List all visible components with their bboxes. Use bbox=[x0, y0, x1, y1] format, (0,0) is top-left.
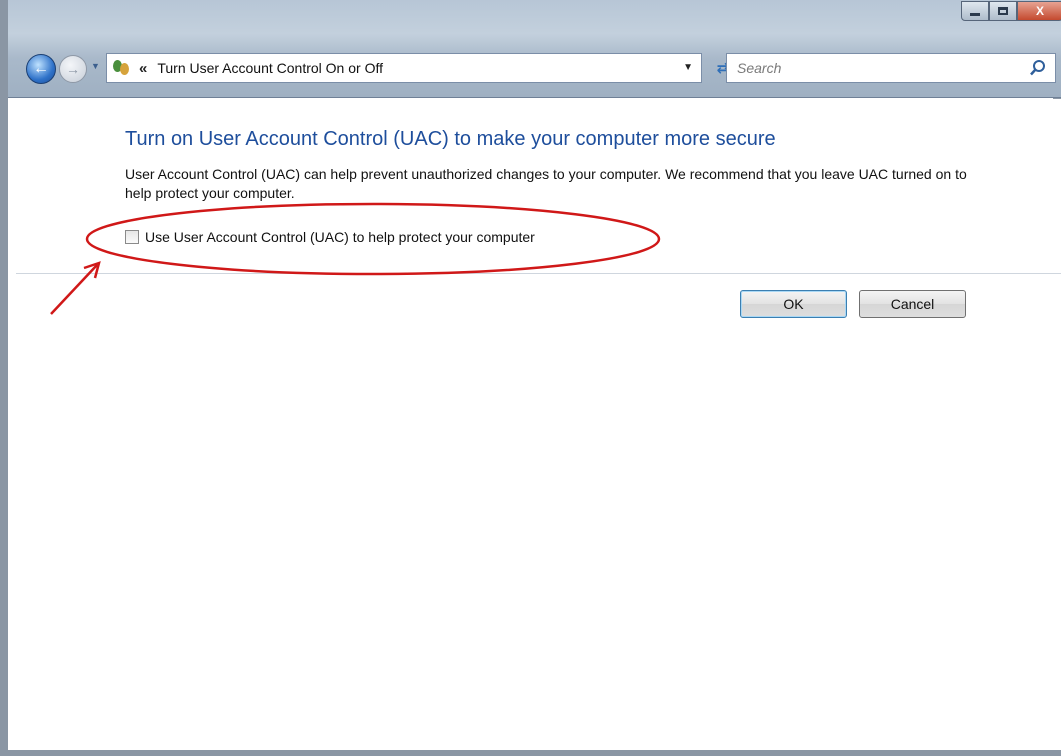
maximize-icon bbox=[998, 7, 1008, 15]
content-area: Turn on User Account Control (UAC) to ma… bbox=[8, 99, 1061, 750]
cancel-button[interactable]: Cancel bbox=[859, 290, 966, 318]
minimize-icon bbox=[970, 12, 980, 16]
window-frame: X ← → ▼ « Turn User Account Control On o… bbox=[8, 0, 1061, 98]
close-button[interactable]: X bbox=[1017, 1, 1061, 21]
close-icon: X bbox=[1035, 4, 1044, 18]
arrow-left-icon: ← bbox=[33, 60, 49, 77]
uac-checkbox[interactable] bbox=[125, 230, 139, 244]
forward-button[interactable]: → bbox=[59, 55, 87, 83]
divider bbox=[16, 273, 1061, 274]
caption-buttons: X bbox=[961, 1, 1061, 25]
uac-window: X ← → ▼ « Turn User Account Control On o… bbox=[0, 0, 1061, 756]
uac-checkbox-label[interactable]: Use User Account Control (UAC) to help p… bbox=[145, 229, 535, 245]
arrow-right-icon: → bbox=[66, 61, 80, 77]
maximize-button[interactable] bbox=[989, 1, 1017, 21]
search-icon[interactable] bbox=[1029, 59, 1047, 77]
uac-checkbox-row[interactable]: Use User Account Control (UAC) to help p… bbox=[125, 229, 535, 245]
breadcrumb-overflow-icon[interactable]: « bbox=[139, 60, 147, 77]
ok-button[interactable]: OK bbox=[740, 290, 847, 318]
minimize-button[interactable] bbox=[961, 1, 989, 21]
navigation-bar: ← → ▼ « Turn User Account Control On or … bbox=[18, 50, 1061, 86]
users-icon bbox=[111, 58, 133, 78]
back-button[interactable]: ← bbox=[26, 54, 56, 84]
page-title: Turn on User Account Control (UAC) to ma… bbox=[125, 128, 776, 150]
search-input[interactable] bbox=[735, 59, 1015, 77]
address-dropdown-icon[interactable]: ▼ bbox=[683, 62, 693, 73]
breadcrumb-current[interactable]: Turn User Account Control On or Off bbox=[157, 60, 383, 76]
address-bar[interactable]: « Turn User Account Control On or Off ▼ bbox=[106, 53, 702, 83]
page-description: User Account Control (UAC) can help prev… bbox=[125, 166, 967, 201]
search-box[interactable] bbox=[726, 53, 1056, 83]
chevron-down-icon: ▼ bbox=[91, 61, 100, 71]
recent-pages-dropdown[interactable]: ▼ bbox=[91, 61, 103, 75]
